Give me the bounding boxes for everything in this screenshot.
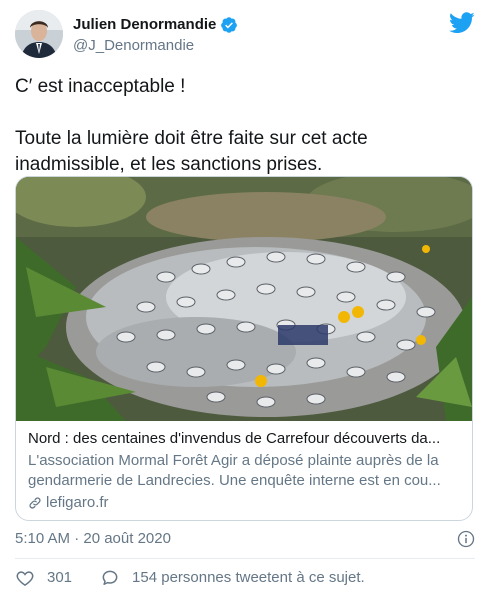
info-icon[interactable] [457,530,475,548]
tweet-line-1: C′ est inacceptable ! [15,76,186,97]
link-preview-card[interactable]: Nord : des centaines d'invendus de Carre… [15,176,473,521]
author-name-block[interactable]: Julien Denormandie @J_Denormandie [73,15,238,56]
card-title[interactable]: Nord : des centaines d'invendus de Carre… [28,429,464,449]
speech-bubble-icon[interactable] [100,568,120,588]
twitter-bird-icon[interactable] [449,12,475,34]
verified-badge-icon [221,17,238,33]
card-domain[interactable]: lefigaro.fr [28,493,464,513]
like-action[interactable]: 301 [15,566,72,590]
card-image[interactable] [16,177,472,421]
link-icon [29,497,41,509]
avatar[interactable] [15,10,63,58]
card-description: L'association Mormal Forêt Agir a déposé… [28,452,441,489]
tweet-meta: 5:10 AM · 20 août 2020 [15,528,475,550]
display-name-text[interactable]: Julien Denormandie [73,15,216,35]
tweet-text: C′ est inacceptable ! Toute la lumière d… [15,74,475,178]
tweet-line-2: Toute la lumière doit être faite sur cet… [15,128,368,175]
reply-action[interactable]: 154 personnes tweetent à ce sujet. [100,566,365,590]
tweet-header: Julien Denormandie @J_Denormandie [15,10,475,62]
card-domain-text[interactable]: lefigaro.fr [46,493,109,513]
like-count: 301 [47,569,73,586]
heart-icon[interactable] [15,568,35,588]
card-body[interactable]: Nord : des centaines d'invendus de Carre… [28,429,464,513]
author-display-name[interactable]: Julien Denormandie [73,15,238,35]
author-handle[interactable]: @J_Denormandie [73,36,238,56]
reply-text: 154 personnes tweetent à ce sujet. [132,569,365,586]
tweet-actions: 301 154 personnes tweetent à ce sujet. [15,566,475,590]
divider [15,558,475,559]
timestamp[interactable]: 5:10 AM · 20 août 2020 [15,530,171,547]
